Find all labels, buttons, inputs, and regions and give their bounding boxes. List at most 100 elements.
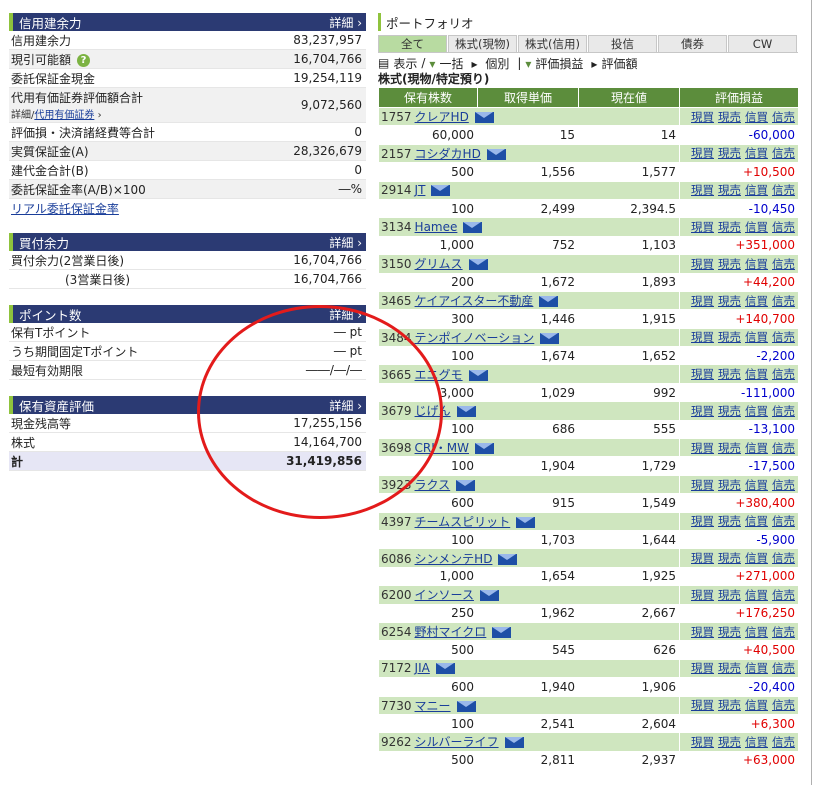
stock-name-link[interactable]: ラクス — [415, 478, 451, 492]
mail-icon[interactable] — [539, 296, 559, 308]
cash-sell-link[interactable]: 現売 — [718, 330, 741, 344]
mail-icon[interactable] — [479, 590, 499, 602]
cash-buy-link[interactable]: 現買 — [691, 220, 714, 234]
stock-name-link[interactable]: チームスピリット — [415, 515, 511, 529]
cash-buy-link[interactable]: 現買 — [691, 404, 714, 418]
mail-icon[interactable] — [498, 553, 518, 565]
margin-buy-link[interactable]: 信買 — [745, 183, 768, 197]
cash-buy-link[interactable]: 現買 — [691, 257, 714, 271]
margin-buy-link[interactable]: 信買 — [745, 110, 768, 124]
each-toggle[interactable]: ▸ 個別 — [471, 55, 513, 72]
mail-icon[interactable] — [431, 185, 451, 197]
cash-sell-link[interactable]: 現売 — [718, 661, 741, 675]
cash-buy-link[interactable]: 現買 — [691, 551, 714, 565]
margin-sell-link[interactable]: 信売 — [772, 441, 795, 455]
mail-icon[interactable] — [463, 222, 483, 234]
cash-sell-link[interactable]: 現売 — [718, 146, 741, 160]
mail-icon[interactable] — [492, 627, 512, 639]
mail-icon[interactable] — [456, 480, 476, 491]
margin-sell-link[interactable]: 信売 — [772, 404, 795, 418]
margin-buy-link[interactable]: 信買 — [745, 514, 768, 528]
cash-buy-link[interactable]: 現買 — [691, 183, 714, 197]
mail-icon[interactable] — [456, 406, 476, 418]
margin-buy-link[interactable]: 信買 — [745, 330, 768, 344]
tab-all[interactable]: 全て — [378, 35, 447, 52]
stock-name-link[interactable]: Hamee — [415, 220, 458, 234]
margin-buy-link[interactable]: 信買 — [745, 551, 768, 565]
margin-sell-link[interactable]: 信売 — [772, 588, 795, 602]
stock-name-link[interactable]: JIA — [415, 661, 430, 675]
margin-buy-link[interactable]: 信買 — [745, 661, 768, 675]
mail-icon[interactable] — [474, 112, 494, 124]
mail-icon[interactable] — [475, 443, 495, 455]
pl-toggle[interactable]: ▾ 評価損益 — [525, 55, 587, 72]
cash-sell-link[interactable]: 現売 — [718, 404, 741, 418]
cash-buy-link[interactable]: 現買 — [691, 478, 714, 492]
cash-buy-link[interactable]: 現買 — [691, 294, 714, 308]
cash-sell-link[interactable]: 現売 — [718, 551, 741, 565]
stock-name-link[interactable]: インソース — [415, 588, 474, 602]
cash-buy-link[interactable]: 現買 — [691, 735, 714, 749]
mail-icon[interactable] — [435, 663, 455, 675]
stock-name-link[interactable]: JT — [415, 183, 426, 197]
margin-buy-link[interactable]: 信買 — [745, 735, 768, 749]
margin-sell-link[interactable]: 信売 — [772, 294, 795, 308]
margin-buy-link[interactable]: 信買 — [745, 294, 768, 308]
stock-name-link[interactable]: 野村マイクロ — [415, 625, 487, 639]
margin-sell-link[interactable]: 信売 — [772, 183, 795, 197]
mail-icon[interactable] — [468, 369, 488, 381]
margin-buy-link[interactable]: 信買 — [745, 441, 768, 455]
cash-buy-link[interactable]: 現買 — [691, 330, 714, 344]
tab-cw[interactable]: CW — [728, 35, 797, 52]
cash-buy-link[interactable]: 現買 — [691, 441, 714, 455]
margin-buy-link[interactable]: 信買 — [745, 146, 768, 160]
margin-sell-link[interactable]: 信売 — [772, 661, 795, 675]
stock-name-link[interactable]: コシダカHD — [415, 147, 481, 161]
mail-icon[interactable] — [504, 737, 524, 749]
buying-power-detail-link[interactable]: 詳細 › — [329, 234, 362, 251]
bulk-toggle[interactable]: ▾ 一括 — [429, 55, 467, 72]
tab-stock-margin[interactable]: 株式(信用) — [518, 35, 587, 52]
cash-buy-link[interactable]: 現買 — [691, 367, 714, 381]
stock-name-link[interactable]: ケイアイスター不動産 — [415, 294, 534, 308]
margin-buy-link[interactable]: 信買 — [745, 588, 768, 602]
cash-sell-link[interactable]: 現売 — [718, 588, 741, 602]
stock-name-link[interactable]: グリムス — [415, 257, 463, 271]
margin-sell-link[interactable]: 信売 — [772, 625, 795, 639]
cash-buy-link[interactable]: 現買 — [691, 625, 714, 639]
margin-sell-link[interactable]: 信売 — [772, 257, 795, 271]
margin-buy-link[interactable]: 信買 — [745, 404, 768, 418]
margin-sell-link[interactable]: 信売 — [772, 110, 795, 124]
margin-sell-link[interactable]: 信売 — [772, 698, 795, 712]
help-icon[interactable]: ? — [77, 53, 91, 67]
cash-sell-link[interactable]: 現売 — [718, 441, 741, 455]
stock-name-link[interactable]: クレアHD — [415, 110, 469, 124]
mail-icon[interactable] — [486, 148, 506, 160]
cash-sell-link[interactable]: 現売 — [718, 698, 741, 712]
cash-buy-link[interactable]: 現買 — [691, 146, 714, 160]
cash-sell-link[interactable]: 現売 — [718, 220, 741, 234]
cash-sell-link[interactable]: 現売 — [718, 257, 741, 271]
margin-sell-link[interactable]: 信売 — [772, 330, 795, 344]
points-detail-link[interactable]: 詳細 › — [329, 306, 362, 323]
stock-name-link[interactable]: エニグモ — [415, 368, 463, 382]
margin-sell-link[interactable]: 信売 — [772, 478, 795, 492]
stock-name-link[interactable]: テンポイノベーション — [415, 331, 535, 345]
cash-buy-link[interactable]: 現買 — [691, 110, 714, 124]
cash-sell-link[interactable]: 現売 — [718, 625, 741, 639]
tab-stock-cash[interactable]: 株式(現物) — [448, 35, 517, 52]
collateral-securities-link[interactable]: 代用有価証券 — [34, 110, 94, 121]
stock-name-link[interactable]: シンメンテHD — [415, 552, 493, 566]
margin-sell-link[interactable]: 信売 — [772, 146, 795, 160]
cash-sell-link[interactable]: 現売 — [718, 183, 741, 197]
mail-icon[interactable] — [456, 700, 476, 712]
margin-sell-link[interactable]: 信売 — [772, 514, 795, 528]
margin-sell-link[interactable]: 信売 — [772, 735, 795, 749]
cash-sell-link[interactable]: 現売 — [718, 367, 741, 381]
cash-buy-link[interactable]: 現買 — [691, 514, 714, 528]
tab-fund[interactable]: 投信 — [588, 35, 657, 52]
mail-icon[interactable] — [540, 332, 560, 344]
margin-buy-link[interactable]: 信買 — [745, 367, 768, 381]
margin-sell-link[interactable]: 信売 — [772, 367, 795, 381]
stock-name-link[interactable]: CRI・MW — [415, 441, 469, 455]
